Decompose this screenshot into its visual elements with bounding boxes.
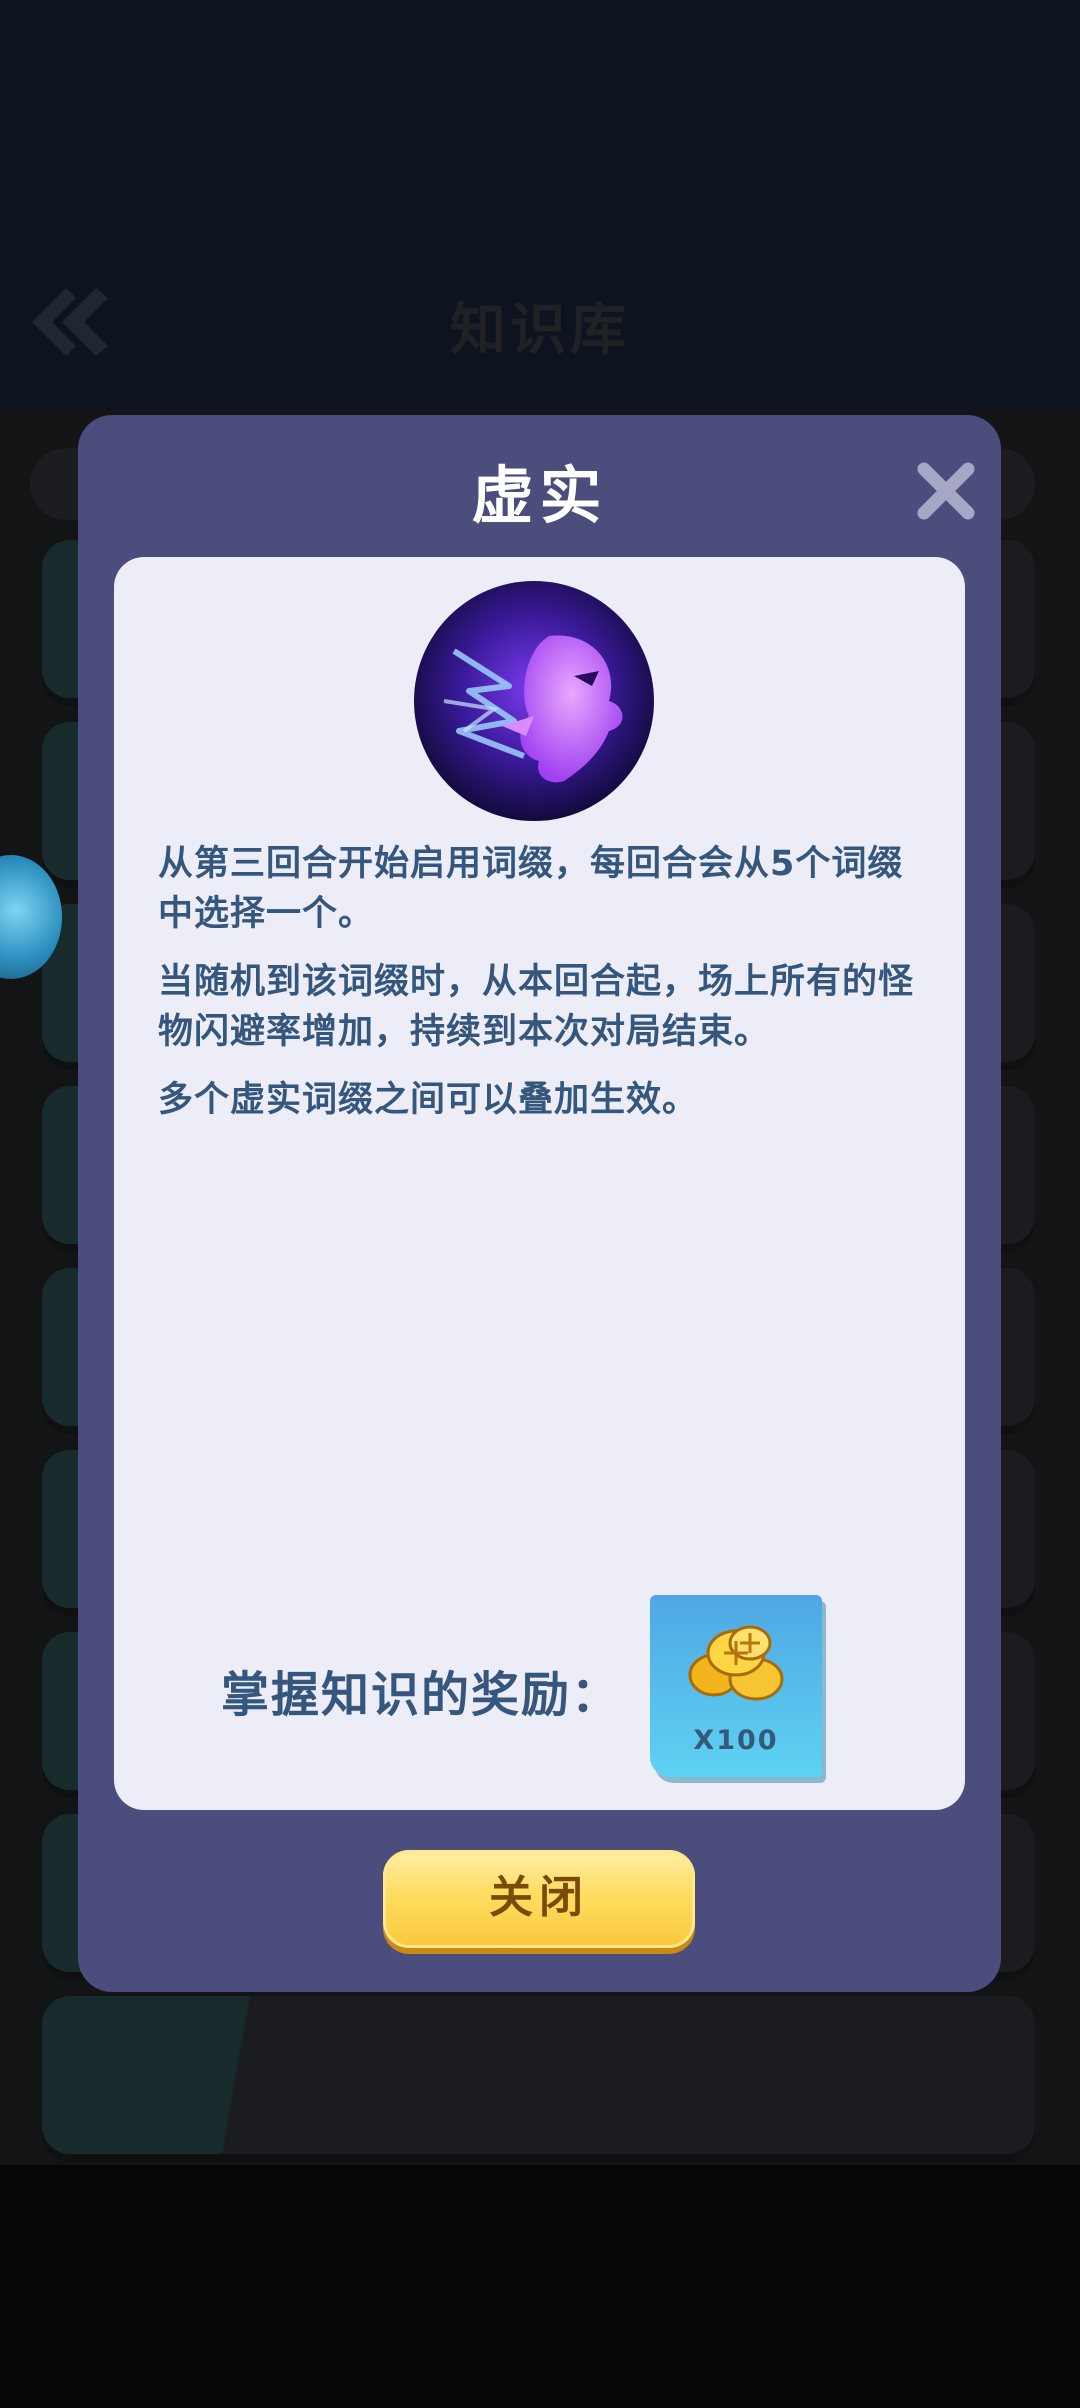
modal-title: 虚实 bbox=[471, 459, 608, 532]
phantom-emblem-icon bbox=[414, 581, 654, 821]
description-card: 从第三回合开始启用词缀，每回合会从5个词缀中选择一个。 当随机到该词缀时，从本回… bbox=[114, 557, 965, 1810]
background-title: 知识库 bbox=[450, 298, 630, 363]
reward-item: X100 bbox=[650, 1595, 822, 1777]
description-paragraph: 当随机到该词缀时，从本回合起，场上所有的怪物闪避率增加，持续到本次对局结束。 bbox=[158, 962, 915, 1052]
close-icon[interactable] bbox=[910, 455, 982, 527]
close-button[interactable]: 关闭 bbox=[383, 1850, 695, 1948]
gold-coins-icon bbox=[684, 1623, 788, 1703]
reward-label: 掌握知识的奖励： bbox=[221, 1667, 622, 1723]
description-paragraph: 从第三回合开始启用词缀，每回合会从5个词缀中选择一个。 bbox=[158, 844, 904, 934]
list-item bbox=[42, 1996, 1035, 2154]
description-paragraph: 多个虚实词缀之间可以叠加生效。 bbox=[158, 1080, 699, 1120]
background-footer bbox=[0, 2165, 1080, 2408]
reward-quantity: X100 bbox=[693, 1725, 779, 1756]
knowledge-modal: 虚实 从第三回合开始启用词缀，每回合会从5个词缀中选择一个。 当随机到该词缀时，… bbox=[78, 415, 1001, 1992]
